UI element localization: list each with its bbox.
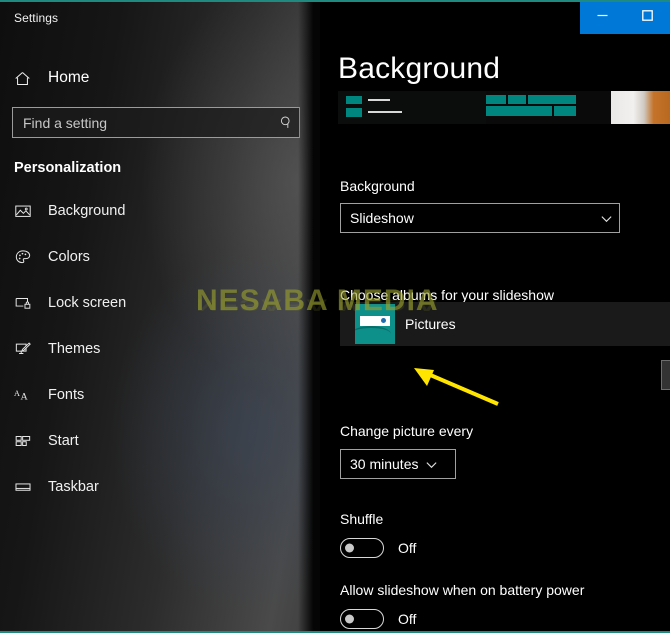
sidebar-item-fonts[interactable]: A A Fonts — [0, 380, 310, 409]
shuffle-label: Shuffle — [340, 511, 384, 527]
themes-brush-icon — [14, 340, 44, 358]
browse-button[interactable]: Browse — [661, 360, 670, 390]
desktop-preview — [338, 91, 670, 124]
toggle-knob — [345, 614, 354, 624]
sidebar-item-themes-label: Themes — [48, 340, 101, 357]
sidebar: Settings Home Find a setting Personaliza… — [0, 2, 320, 631]
sidebar-item-themes[interactable]: Themes — [0, 334, 310, 363]
svg-text:A: A — [20, 391, 28, 402]
start-tiles-icon — [14, 432, 44, 450]
sidebar-item-start-label: Start — [48, 432, 79, 449]
window-title: Settings — [14, 11, 59, 25]
chevron-down-icon — [418, 458, 444, 471]
sidebar-item-fonts-label: Fonts — [48, 386, 85, 403]
sidebar-item-taskbar-label: Taskbar — [48, 478, 99, 495]
sidebar-item-home-label: Home — [48, 69, 90, 86]
interval-dropdown[interactable]: 30 minutes — [340, 449, 456, 479]
taskbar-icon — [14, 478, 44, 496]
preview-tiles-region — [486, 91, 611, 124]
minimize-button[interactable] — [580, 2, 625, 34]
search-input[interactable]: Find a setting — [12, 107, 300, 138]
background-field-label: Background — [340, 178, 415, 194]
lock-screen-icon — [14, 294, 44, 312]
palette-icon — [14, 248, 44, 266]
home-icon — [14, 70, 44, 87]
fonts-aa-icon: A A — [14, 386, 44, 404]
background-type-value: Slideshow — [350, 210, 414, 226]
toggle-knob — [345, 543, 354, 553]
folder-thumbnail-icon — [355, 304, 395, 344]
sidebar-item-colors[interactable]: Colors — [0, 242, 310, 271]
sidebar-item-lock-screen[interactable]: Lock screen — [0, 288, 310, 317]
album-list-item[interactable]: Pictures — [340, 302, 670, 346]
svg-text:A: A — [14, 388, 20, 397]
interval-field-label: Change picture every — [340, 423, 474, 439]
shuffle-toggle[interactable] — [340, 538, 384, 558]
sidebar-item-start[interactable]: Start — [0, 426, 310, 455]
search-placeholder: Find a setting — [23, 114, 108, 131]
shuffle-state-label: Off — [398, 540, 417, 556]
sidebar-item-background-label: Background — [48, 202, 126, 219]
maximize-icon — [641, 9, 654, 27]
minimize-icon — [596, 9, 609, 27]
page-title: Background — [338, 52, 501, 85]
sidebar-item-lock-screen-label: Lock screen — [48, 294, 127, 311]
picture-icon — [14, 202, 44, 220]
sidebar-nav: Background Colors Lock screen Themes A A… — [0, 196, 310, 518]
sidebar-item-taskbar[interactable]: Taskbar — [0, 472, 310, 501]
battery-label: Allow slideshow when on battery power — [340, 582, 585, 598]
window-controls — [580, 2, 670, 34]
search-icon — [273, 115, 299, 130]
sidebar-item-background[interactable]: Background — [0, 196, 310, 225]
chevron-down-icon — [593, 212, 619, 225]
preview-photo-region — [611, 91, 670, 124]
battery-toggle[interactable] — [340, 609, 384, 629]
sidebar-section-title: Personalization — [14, 160, 122, 176]
main-content: Background Background Slideshow Choose a… — [320, 2, 670, 631]
sidebar-item-colors-label: Colors — [48, 248, 90, 265]
background-type-dropdown[interactable]: Slideshow — [340, 203, 620, 233]
preview-desktop-region — [338, 91, 486, 124]
album-name-label: Pictures — [405, 316, 456, 332]
albums-field-label: Choose albums for your slideshow — [340, 287, 554, 303]
interval-value: 30 minutes — [350, 456, 419, 472]
sidebar-item-home[interactable]: Home — [0, 62, 310, 94]
maximize-button[interactable] — [625, 2, 670, 34]
settings-window: Settings Home Find a setting Personaliza… — [0, 0, 670, 633]
battery-state-label: Off — [398, 611, 417, 627]
